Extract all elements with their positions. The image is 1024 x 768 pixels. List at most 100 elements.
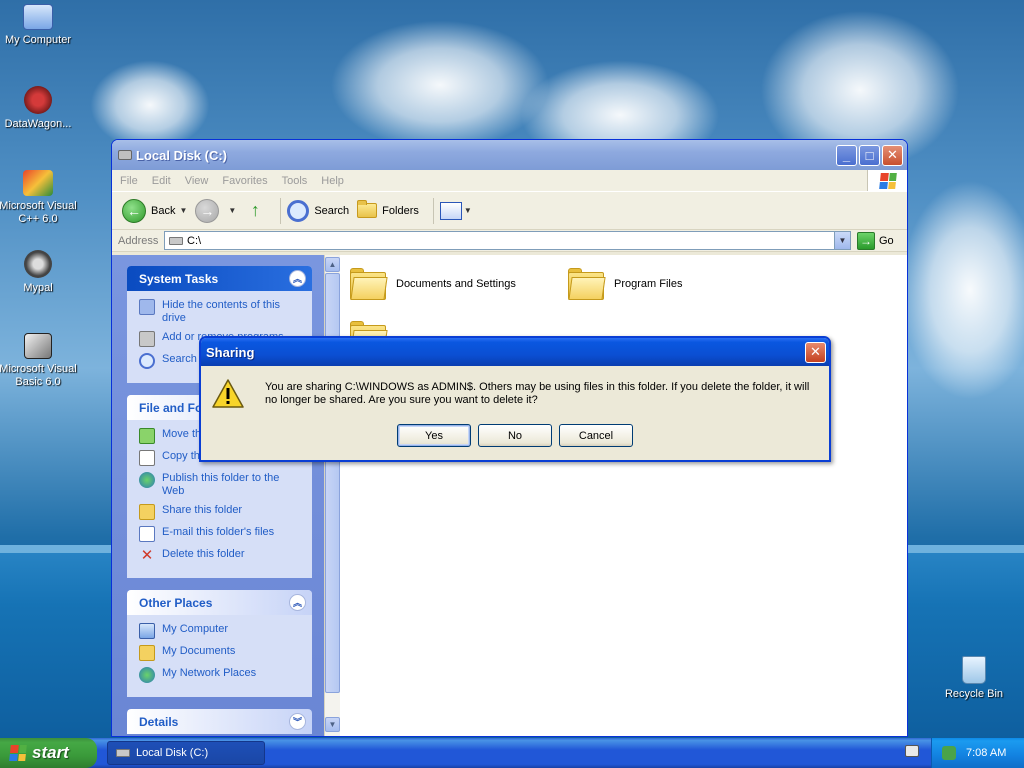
drive-icon xyxy=(118,150,132,160)
other-places-header[interactable]: Other Places ︽ xyxy=(127,590,312,615)
dialog-title: Sharing xyxy=(206,344,255,360)
vertical-scrollbar[interactable]: ▲ ▼ xyxy=(324,255,340,736)
menu-file[interactable]: File xyxy=(120,175,138,187)
window-body: System Tasks ︽ Hide the contents of this… xyxy=(112,255,907,736)
dialog-message: You are sharing C:\WINDOWS as ADMIN$. Ot… xyxy=(265,381,810,406)
close-button[interactable]: ✕ xyxy=(882,144,903,166)
folder-documents-and-settings[interactable]: Documents and Settings xyxy=(350,268,516,300)
up-button[interactable]: ↑ xyxy=(244,200,266,222)
task-publish-folder[interactable]: Publish this folder to the Web xyxy=(139,472,304,498)
wallpaper-cloud xyxy=(900,180,1024,400)
publish-web-icon xyxy=(139,472,155,488)
visual-cpp-icon xyxy=(23,170,53,196)
delete-x-icon: ✕ xyxy=(140,547,154,564)
folder-program-files[interactable]: Program Files xyxy=(568,268,682,300)
warning-icon xyxy=(211,378,245,410)
hide-contents-icon xyxy=(139,299,155,315)
forward-button[interactable]: → ▼ xyxy=(195,198,236,223)
views-button[interactable]: ▼ xyxy=(439,201,472,220)
add-remove-programs-icon xyxy=(139,331,155,347)
minimize-button[interactable]: _ xyxy=(836,144,857,166)
expand-icon[interactable]: ︾ xyxy=(289,713,306,730)
menu-view[interactable]: View xyxy=(185,175,209,187)
menu-favorites[interactable]: Favorites xyxy=(222,175,267,187)
window-title: Local Disk (C:) xyxy=(136,147,228,163)
chevron-down-icon[interactable]: ▼ xyxy=(179,206,187,215)
place-my-network[interactable]: My Network Places xyxy=(139,667,304,683)
desktop-icon-datawagon[interactable]: DataWagon... xyxy=(0,86,78,131)
share-folder-icon xyxy=(139,504,155,520)
dialog-close-button[interactable]: ✕ xyxy=(805,341,826,363)
other-places-panel: Other Places ︽ My Computer My Documents … xyxy=(127,590,312,697)
place-my-computer[interactable]: My Computer xyxy=(139,623,304,639)
desktop-icon-my-computer[interactable]: My Computer xyxy=(0,4,78,47)
address-input[interactable]: C:\ ▼ xyxy=(164,231,851,250)
task-email-files[interactable]: E-mail this folder's files xyxy=(139,526,304,542)
system-tray: 7:08 AM xyxy=(931,738,1024,768)
collapse-icon[interactable]: ︽ xyxy=(289,594,306,611)
collapse-icon[interactable]: ︽ xyxy=(289,270,306,287)
task-pane: System Tasks ︽ Hide the contents of this… xyxy=(112,255,324,736)
network-tray-icon[interactable] xyxy=(942,746,956,760)
mypal-icon xyxy=(24,250,52,278)
cancel-button[interactable]: Cancel xyxy=(559,424,633,447)
dialog-titlebar[interactable]: Sharing ✕ xyxy=(201,338,829,366)
windows-flag-icon xyxy=(878,172,897,189)
wallpaper-cloud xyxy=(90,60,210,150)
desktop-icon-visual-cpp[interactable]: Microsoft Visual C++ 6.0 xyxy=(0,170,78,226)
visual-basic-icon xyxy=(24,333,52,359)
window-titlebar[interactable]: Local Disk (C:) _ □ ✕ xyxy=(112,140,907,170)
folders-button[interactable]: Folders xyxy=(357,200,419,218)
details-header[interactable]: Details ︾ xyxy=(127,709,312,734)
menu-help[interactable]: Help xyxy=(321,175,344,187)
drive-icon xyxy=(116,749,130,757)
computer-icon xyxy=(139,623,155,639)
taskbar: start Local Disk (C:) xyxy=(0,738,1024,768)
place-my-documents[interactable]: My Documents xyxy=(139,645,304,661)
task-share-folder[interactable]: Share this folder xyxy=(139,504,304,520)
task-delete-folder[interactable]: ✕ Delete this folder xyxy=(139,548,304,564)
back-arrow-icon: ← xyxy=(122,198,146,223)
computer-icon xyxy=(23,4,53,30)
system-tasks-header[interactable]: System Tasks ︽ xyxy=(127,266,312,291)
datawagon-icon xyxy=(24,86,52,114)
search-button[interactable]: Search xyxy=(287,199,349,222)
file-list: Documents and Settings Program Files xyxy=(340,255,907,736)
go-button[interactable]: → Go xyxy=(857,231,894,250)
email-icon xyxy=(139,526,155,542)
taskbar-item-local-disk[interactable]: Local Disk (C:) xyxy=(107,741,265,765)
drive-icon xyxy=(169,236,183,245)
copy-folder-icon xyxy=(139,450,155,466)
desktop-icon-visual-basic[interactable]: Microsoft Visual Basic 6.0 xyxy=(0,333,78,389)
dialog-button-row: Yes No Cancel xyxy=(397,424,640,447)
maximize-button[interactable]: □ xyxy=(859,144,880,166)
network-icon xyxy=(139,667,155,683)
recycle-bin-icon xyxy=(962,656,986,684)
start-button[interactable]: start xyxy=(0,738,97,768)
chevron-down-icon[interactable]: ▼ xyxy=(464,206,472,215)
desktop-icon-mypal[interactable]: Mypal xyxy=(0,250,78,295)
documents-icon xyxy=(139,645,155,661)
chevron-down-icon[interactable]: ▼ xyxy=(834,232,850,249)
no-button[interactable]: No xyxy=(478,424,552,447)
folder-icon xyxy=(350,268,388,300)
address-bar: Address C:\ ▼ → Go xyxy=(112,230,907,252)
scroll-down-icon[interactable]: ▼ xyxy=(325,717,340,732)
folder-icon xyxy=(357,200,378,218)
desktop-icon-recycle-bin[interactable]: Recycle Bin xyxy=(934,656,1014,701)
chevron-down-icon[interactable]: ▼ xyxy=(228,206,236,215)
menu-tools[interactable]: Tools xyxy=(282,175,308,187)
clock[interactable]: 7:08 AM xyxy=(966,747,1006,759)
keyboard-icon[interactable] xyxy=(905,745,919,757)
back-button[interactable]: ← Back ▼ xyxy=(122,198,187,223)
yes-button[interactable]: Yes xyxy=(397,424,471,447)
wallpaper-cloud xyxy=(330,20,550,150)
task-hide-contents[interactable]: Hide the contents of this drive xyxy=(139,299,304,325)
menu-edit[interactable]: Edit xyxy=(152,175,171,187)
toolbar-separator xyxy=(280,197,282,224)
toolbar-separator xyxy=(432,197,434,224)
windows-flag-icon xyxy=(9,745,27,761)
sharing-dialog: Sharing ✕ You are sharing C:\WINDOWS as … xyxy=(199,336,831,462)
scroll-up-icon[interactable]: ▲ xyxy=(325,257,340,272)
views-icon xyxy=(439,201,462,220)
